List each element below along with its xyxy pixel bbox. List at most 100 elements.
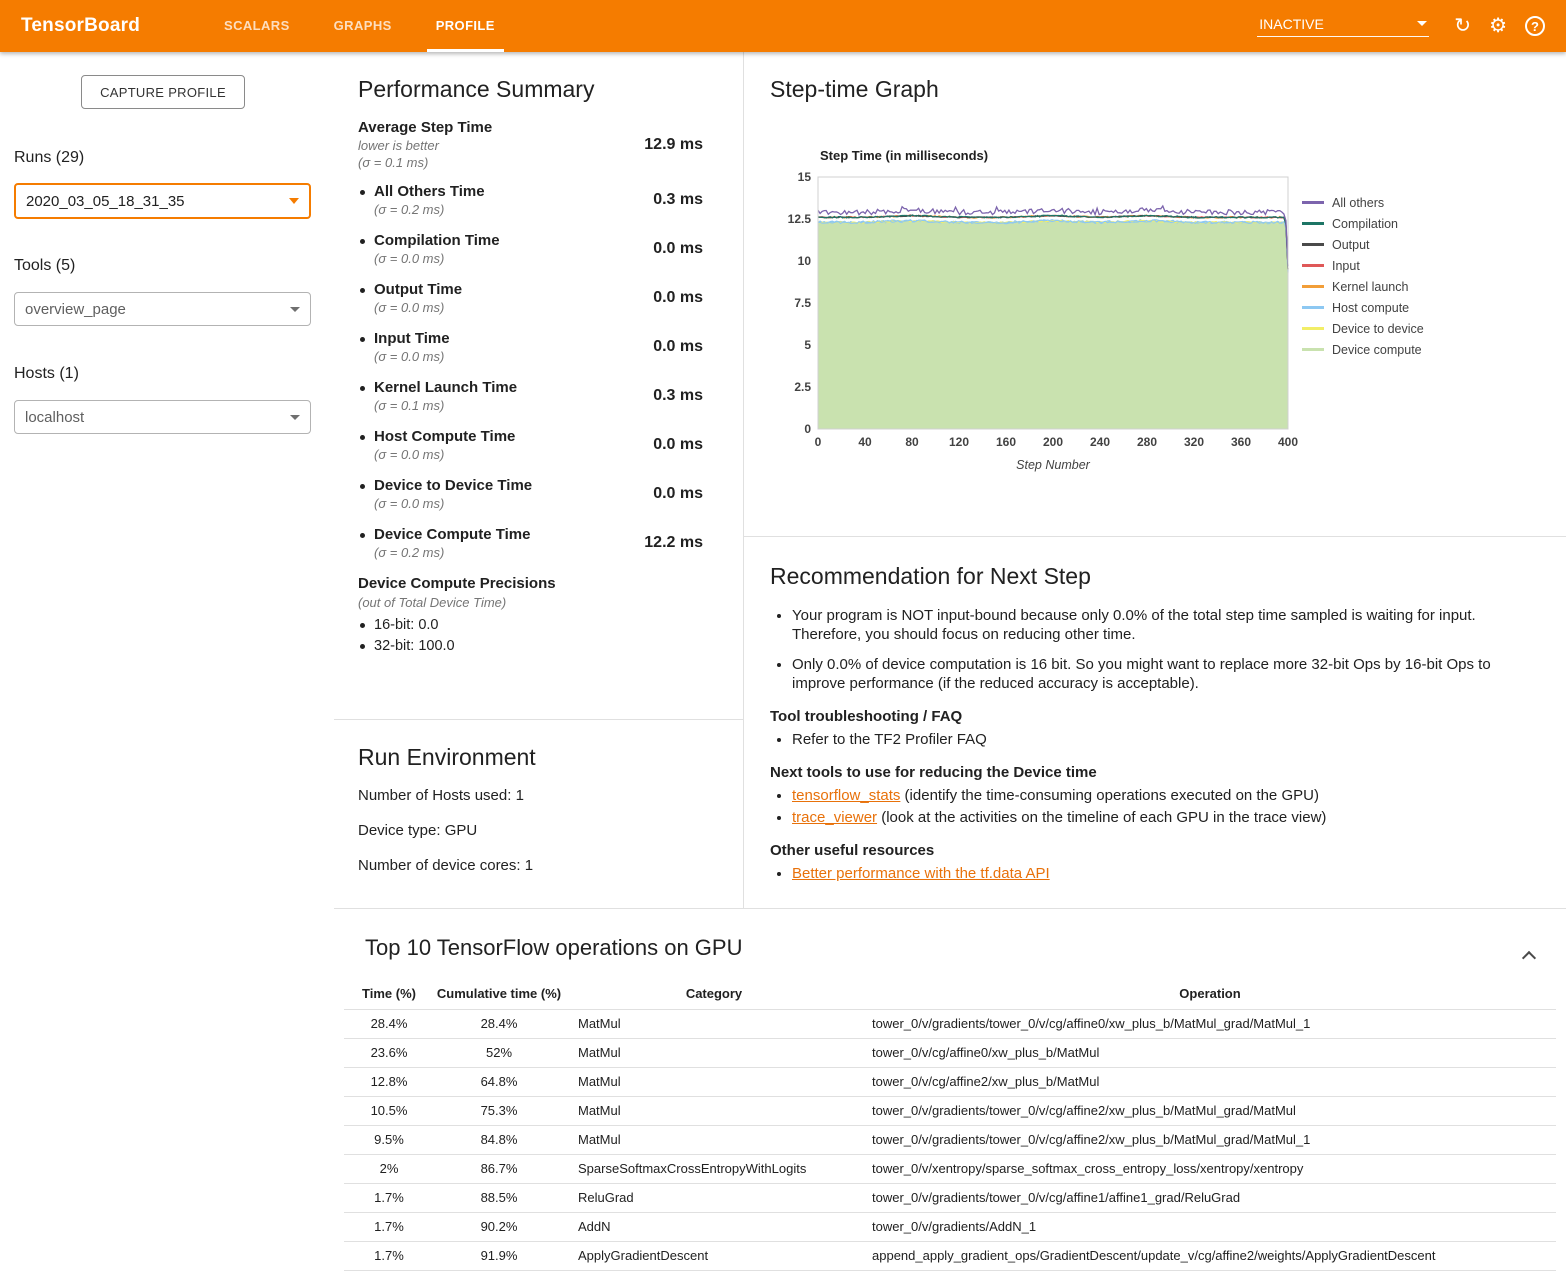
ops-table-body: 28.4% 28.4% MatMul tower_0/v/gradients/t… <box>344 1009 1556 1270</box>
chevron-down-icon <box>289 198 299 204</box>
legend-swatch <box>1302 222 1324 225</box>
tab-graphs[interactable]: GRAPHS <box>325 0 401 52</box>
recommendation-title: Recommendation for Next Step <box>770 563 1538 590</box>
refresh-icon[interactable]: ↻ <box>1454 16 1471 36</box>
rec-bullet: Your program is NOT input-bound because … <box>792 606 1538 644</box>
tab-profile[interactable]: PROFILE <box>427 0 504 52</box>
runs-select[interactable]: 2020_03_05_18_31_35 <box>14 183 311 219</box>
capture-profile-button[interactable]: CAPTURE PROFILE <box>81 75 245 109</box>
step-time-graph-card: Step-time Graph Step Time (in millisecon… <box>744 52 1566 537</box>
bullet-icon <box>360 533 365 538</box>
settings-icon[interactable]: ⚙ <box>1489 16 1507 36</box>
perf-metric-row: Kernel Launch Time (σ = 0.1 ms) 0.3 ms <box>358 379 743 413</box>
ops-table-row: 1.7% 88.5% ReluGrad tower_0/v/gradients/… <box>344 1183 1556 1212</box>
status-dropdown-value: INACTIVE <box>1259 16 1324 32</box>
env-line: Device type: GPU <box>358 822 743 839</box>
app-title: TensorBoard <box>21 15 140 37</box>
ops-table-row: 9.5% 84.8% MatMul tower_0/v/gradients/to… <box>344 1125 1556 1154</box>
runs-label: Runs (29) <box>14 149 84 167</box>
perf-metric-label: Device Compute Time <box>374 526 530 543</box>
legend-label: Compilation <box>1332 217 1398 231</box>
svg-text:160: 160 <box>996 435 1016 449</box>
rec-section-heading: Next tools to use for reducing the Devic… <box>770 764 1538 781</box>
rec-section-list: tensorflow_stats (identify the time-cons… <box>770 786 1538 827</box>
bullet-icon <box>360 337 365 342</box>
bullet-icon <box>360 288 365 293</box>
perf-metric-value: 0.3 ms <box>653 387 703 405</box>
perf-items: All Others Time (σ = 0.2 ms) 0.3 ms Comp… <box>358 183 743 560</box>
legend-swatch <box>1302 306 1324 309</box>
legend-label: Device compute <box>1332 343 1422 357</box>
run-environment-title: Run Environment <box>358 744 743 771</box>
ops-table-row: 2% 86.7% SparseSoftmaxCrossEntropyWithLo… <box>344 1154 1556 1183</box>
ops-table-head: Time (%)Cumulative time (%)CategoryOpera… <box>344 979 1556 1009</box>
svg-text:280: 280 <box>1137 435 1157 449</box>
perf-metric-label: Input Time <box>374 330 450 347</box>
runs-select-value: 2020_03_05_18_31_35 <box>26 193 185 210</box>
nav-tabs: SCALARS GRAPHS PROFILE <box>202 0 517 52</box>
rec-section-item: Refer to the TF2 Profiler FAQ <box>792 730 1538 749</box>
ops-table-row: 10.5% 75.3% MatMul tower_0/v/gradients/t… <box>344 1096 1556 1125</box>
svg-text:0: 0 <box>804 422 811 436</box>
env-line: Number of Hosts used: 1 <box>358 787 743 804</box>
chart-title: Step Time (in milliseconds) <box>820 148 1314 163</box>
svg-text:10: 10 <box>798 254 812 268</box>
perf-metric-value: 12.2 ms <box>644 534 703 552</box>
ops-col-header: Time (%) <box>344 979 434 1009</box>
rec-link[interactable]: trace_viewer <box>792 809 877 826</box>
rec-section-list: Refer to the TF2 Profiler FAQ <box>770 730 1538 749</box>
perf-metric-sigma: (σ = 0.1 ms) <box>374 398 517 413</box>
perf-metric-sigma: (σ = 0.0 ms) <box>374 349 450 364</box>
help-icon[interactable]: ? <box>1525 16 1545 36</box>
hosts-select[interactable]: localhost <box>14 400 311 434</box>
hosts-label: Hosts (1) <box>14 365 79 383</box>
average-step-time-label: Average Step Time <box>358 119 492 136</box>
svg-text:360: 360 <box>1231 435 1251 449</box>
svg-text:5: 5 <box>804 338 811 352</box>
legend-swatch <box>1302 264 1324 267</box>
tab-scalars[interactable]: SCALARS <box>215 0 299 52</box>
status-dropdown[interactable]: INACTIVE <box>1257 16 1429 37</box>
svg-text:240: 240 <box>1090 435 1110 449</box>
legend-item: Kernel launch <box>1302 276 1424 297</box>
hosts-select-value: localhost <box>25 409 84 426</box>
svg-text:80: 80 <box>905 435 919 449</box>
svg-text:200: 200 <box>1043 435 1063 449</box>
rec-section-list: Better performance with the tf.data API <box>770 864 1538 883</box>
step-time-graph-title: Step-time Graph <box>770 76 1566 103</box>
perf-metric-value: 0.0 ms <box>653 436 703 454</box>
bullet-icon <box>360 623 365 628</box>
svg-text:12.5: 12.5 <box>788 212 812 226</box>
bullet-icon <box>360 644 365 649</box>
legend-label: Output <box>1332 238 1370 252</box>
perf-metric-row: Output Time (σ = 0.0 ms) 0.0 ms <box>358 281 743 315</box>
rec-link[interactable]: tensorflow_stats <box>792 787 900 804</box>
legend-item: Host compute <box>1302 297 1424 318</box>
env-line: Number of device cores: 1 <box>358 857 743 874</box>
legend-label: Input <box>1332 259 1360 273</box>
header-right: INACTIVE ↻ ⚙ ? <box>1257 16 1554 37</box>
perf-metric-row: Host Compute Time (σ = 0.0 ms) 0.0 ms <box>358 428 743 462</box>
tools-select[interactable]: overview_page <box>14 292 311 326</box>
ops-table-row: 23.6% 52% MatMul tower_0/v/cg/affine0/xw… <box>344 1038 1556 1067</box>
perf-metric-sigma: (σ = 0.2 ms) <box>374 202 485 217</box>
ops-table-row: 28.4% 28.4% MatMul tower_0/v/gradients/t… <box>344 1009 1556 1038</box>
perf-metric-row: Device to Device Time (σ = 0.0 ms) 0.0 m… <box>358 477 743 511</box>
top-ops-table: Time (%)Cumulative time (%)CategoryOpera… <box>344 979 1556 1271</box>
rec-link[interactable]: Better performance with the tf.data API <box>792 865 1050 882</box>
svg-text:40: 40 <box>858 435 872 449</box>
precision-items: 16-bit: 0.0 32-bit: 100.0 <box>358 617 743 654</box>
perf-metric-value: 0.0 ms <box>653 240 703 258</box>
legend-label: All others <box>1332 196 1384 210</box>
rec-section-item: tensorflow_stats (identify the time-cons… <box>792 786 1538 805</box>
average-step-time-row: Average Step Time lower is better (σ = 0… <box>358 119 743 170</box>
legend-item: Device compute <box>1302 339 1424 360</box>
legend-label: Host compute <box>1332 301 1409 315</box>
ops-col-header: Cumulative time (%) <box>434 979 564 1009</box>
rec-section-item: Better performance with the tf.data API <box>792 864 1538 883</box>
perf-metric-label: Kernel Launch Time <box>374 379 517 396</box>
collapse-section-button[interactable] <box>1516 941 1542 967</box>
bullet-icon <box>360 386 365 391</box>
precisions-note: (out of Total Device Time) <box>358 595 743 610</box>
svg-text:7.5: 7.5 <box>794 296 811 310</box>
